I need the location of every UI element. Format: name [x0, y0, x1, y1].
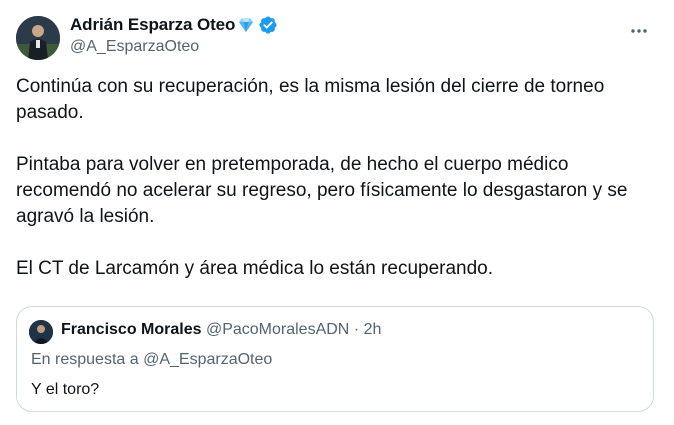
- quoted-timestamp[interactable]: 2h: [364, 321, 382, 338]
- tweet-paragraph: El CT de Larcamón y área médica lo están…: [16, 258, 494, 279]
- gem-stone-icon: [236, 15, 256, 35]
- author-avatar[interactable]: [16, 16, 60, 60]
- quoted-author-handle[interactable]: @PacoMoralesADN: [206, 321, 349, 338]
- quoted-separator: ·: [353, 321, 360, 338]
- author-name[interactable]: Adrián Esparza Oteo: [70, 15, 235, 35]
- quoted-author-name[interactable]: Francisco Morales: [61, 321, 202, 338]
- quoted-reply-context: En respuesta a @A_EsparzaOteo: [31, 351, 272, 369]
- quoted-author-avatar[interactable]: [29, 320, 53, 344]
- quoted-tweet[interactable]: Francisco Morales @PacoMoralesADN · 2h E…: [16, 306, 654, 412]
- tweet-paragraph: Pintaba para volver en pretemporada, de …: [16, 154, 628, 227]
- author-handle[interactable]: @A_EsparzaOteo: [70, 38, 278, 56]
- tweet-paragraph: Continúa con su recuperación, es la mism…: [16, 76, 605, 123]
- quoted-header: Francisco Morales @PacoMoralesADN · 2h: [61, 321, 381, 339]
- tweet-card: Adrián Esparza Oteo @A_EsparzaOteo Conti…: [0, 0, 674, 425]
- more-horizontal-icon[interactable]: [622, 14, 656, 48]
- author-name-row: Adrián Esparza Oteo: [70, 14, 278, 36]
- quoted-text: Y el toro?: [31, 381, 100, 398]
- verified-badge-icon[interactable]: [258, 15, 278, 35]
- author-block: Adrián Esparza Oteo @A_EsparzaOteo: [70, 14, 278, 56]
- reply-prefix: En respuesta a: [31, 351, 144, 368]
- reply-to-handle[interactable]: @A_EsparzaOteo: [143, 351, 272, 368]
- tweet-text: Continúa con su recuperación, es la mism…: [16, 74, 646, 282]
